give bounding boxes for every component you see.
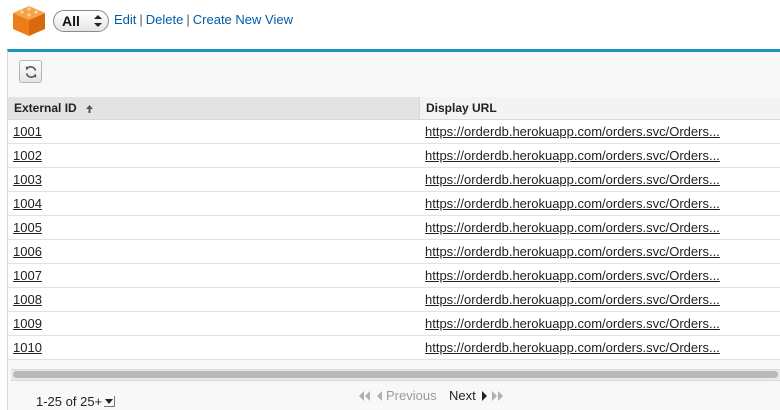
external-id-link[interactable]: 1010 bbox=[13, 340, 42, 355]
display-url-link[interactable]: https://orderdb.herokuapp.com/orders.svc… bbox=[425, 220, 720, 235]
table-row: 1004 https://orderdb.herokuapp.com/order… bbox=[8, 192, 780, 216]
refresh-button[interactable] bbox=[19, 60, 42, 83]
display-url-link[interactable]: https://orderdb.herokuapp.com/orders.svc… bbox=[425, 268, 720, 283]
list-panel: External ID Display URL 1001 https://ord… bbox=[7, 49, 780, 410]
delete-view-link[interactable]: Delete bbox=[146, 12, 184, 27]
orange-cube-icon bbox=[13, 6, 45, 36]
view-links: Edit | Delete | Create New View bbox=[114, 12, 293, 27]
external-id-link[interactable]: 1004 bbox=[13, 196, 42, 211]
last-page-icon bbox=[492, 391, 503, 401]
edit-view-link[interactable]: Edit bbox=[114, 12, 136, 27]
column-header-label: External ID bbox=[14, 101, 77, 115]
display-url-link[interactable]: https://orderdb.herokuapp.com/orders.svc… bbox=[425, 340, 720, 355]
external-id-link[interactable]: 1005 bbox=[13, 220, 42, 235]
external-id-link[interactable]: 1009 bbox=[13, 316, 42, 331]
table-row: 1009 https://orderdb.herokuapp.com/order… bbox=[8, 312, 780, 336]
refresh-icon bbox=[25, 66, 37, 78]
list-view-page: All Edit | Delete | Create New View External… bbox=[0, 0, 780, 410]
column-header-label: Display URL bbox=[426, 101, 497, 115]
previous-page-icon bbox=[377, 391, 382, 401]
first-page-icon bbox=[359, 391, 370, 401]
sort-ascending-icon bbox=[86, 104, 94, 113]
next-page-icon[interactable] bbox=[481, 391, 488, 401]
display-url-link[interactable]: https://orderdb.herokuapp.com/orders.svc… bbox=[425, 148, 720, 163]
dropdown-arrow-icon bbox=[104, 396, 116, 407]
create-new-view-link[interactable]: Create New View bbox=[193, 12, 293, 27]
table-row: 1002 https://orderdb.herokuapp.com/order… bbox=[8, 144, 780, 168]
select-arrows-icon bbox=[94, 15, 102, 27]
display-url-link[interactable]: https://orderdb.herokuapp.com/orders.svc… bbox=[425, 316, 720, 331]
display-url-link[interactable]: https://orderdb.herokuapp.com/orders.svc… bbox=[425, 244, 720, 259]
records-table: External ID Display URL 1001 https://ord… bbox=[8, 97, 780, 360]
table-row: 1005 https://orderdb.herokuapp.com/order… bbox=[8, 216, 780, 240]
table-row: 1007 https://orderdb.herokuapp.com/order… bbox=[8, 264, 780, 288]
pagination-bar: 1-25 of 25+ Previous Next bbox=[8, 382, 780, 410]
external-id-link[interactable]: 1006 bbox=[13, 244, 42, 259]
external-id-link[interactable]: 1008 bbox=[13, 292, 42, 307]
external-id-link[interactable]: 1001 bbox=[13, 124, 42, 139]
column-header-display-url[interactable]: Display URL bbox=[420, 97, 780, 119]
next-page-link[interactable]: Next bbox=[449, 388, 476, 404]
table-row: 1010 https://orderdb.herokuapp.com/order… bbox=[8, 336, 780, 360]
table-header: External ID Display URL bbox=[8, 97, 780, 120]
display-url-link[interactable]: https://orderdb.herokuapp.com/orders.svc… bbox=[425, 172, 720, 187]
display-url-link[interactable]: https://orderdb.herokuapp.com/orders.svc… bbox=[425, 292, 720, 307]
external-id-link[interactable]: 1003 bbox=[13, 172, 42, 187]
table-row: 1001 https://orderdb.herokuapp.com/order… bbox=[8, 120, 780, 144]
scrollbar-thumb[interactable] bbox=[13, 371, 778, 378]
external-id-link[interactable]: 1007 bbox=[13, 268, 42, 283]
external-id-link[interactable]: 1002 bbox=[13, 148, 42, 163]
display-url-link[interactable]: https://orderdb.herokuapp.com/orders.svc… bbox=[425, 124, 720, 139]
display-url-link[interactable]: https://orderdb.herokuapp.com/orders.svc… bbox=[425, 196, 720, 211]
previous-page-link: Previous bbox=[386, 388, 437, 403]
link-separator: | bbox=[139, 12, 143, 27]
record-range-select[interactable]: 1-25 of 25+ bbox=[36, 394, 116, 409]
table-row: 1003 https://orderdb.herokuapp.com/order… bbox=[8, 168, 780, 192]
column-header-external-id[interactable]: External ID bbox=[8, 97, 420, 119]
link-separator: | bbox=[186, 12, 190, 27]
horizontal-scrollbar[interactable] bbox=[11, 369, 780, 381]
view-select[interactable]: All bbox=[53, 10, 109, 32]
view-bar: All Edit | Delete | Create New View bbox=[0, 0, 780, 44]
table-row: 1006 https://orderdb.herokuapp.com/order… bbox=[8, 240, 780, 264]
table-row: 1008 https://orderdb.herokuapp.com/order… bbox=[8, 288, 780, 312]
record-range-label: 1-25 of 25+ bbox=[36, 394, 103, 409]
view-select-value: All bbox=[62, 13, 80, 29]
